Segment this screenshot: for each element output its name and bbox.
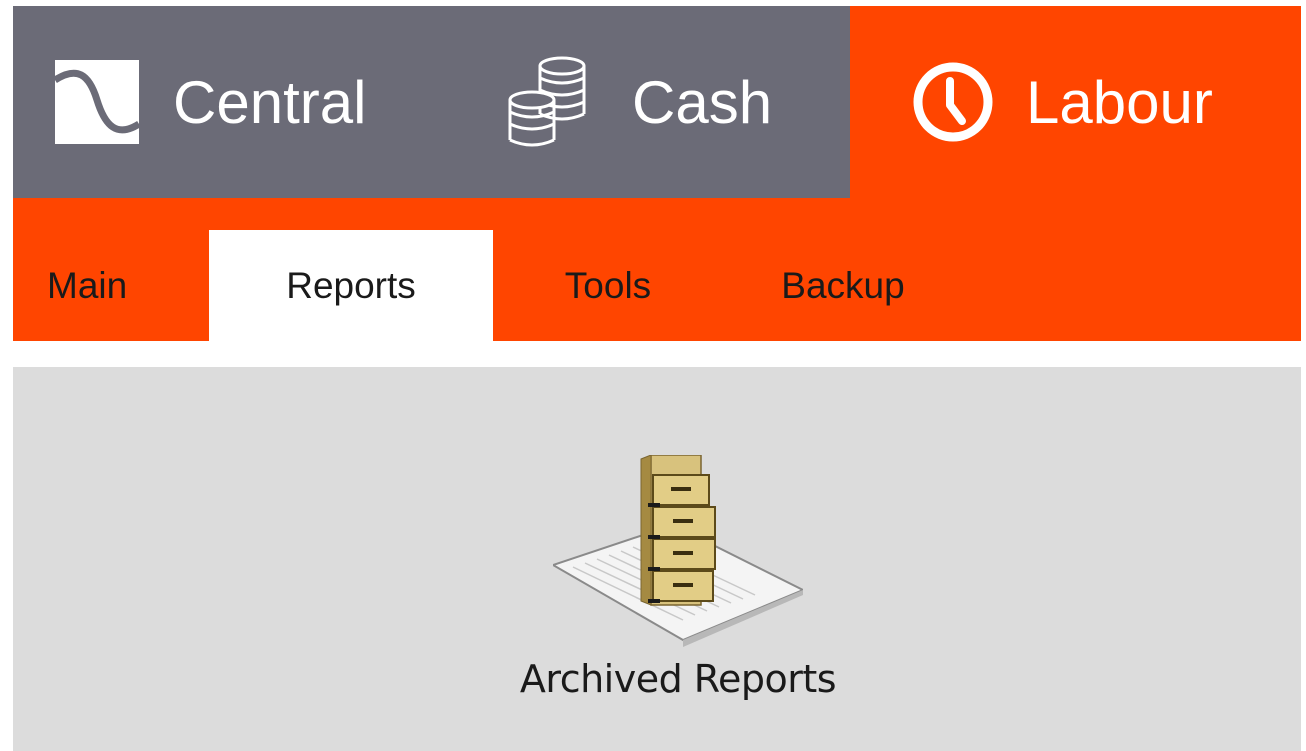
module-central-label: Central bbox=[173, 68, 367, 136]
tab-backup-label: Backup bbox=[781, 264, 905, 306]
module-labour[interactable]: Labour bbox=[850, 6, 1301, 198]
tab-reports-label: Reports bbox=[286, 264, 416, 306]
app-window: Central Cash Labour Main Reports Tools B… bbox=[0, 0, 1306, 751]
archived-reports-label: Archived Reports bbox=[519, 657, 837, 701]
tab-tools-label: Tools bbox=[564, 264, 652, 306]
module-labour-label: Labour bbox=[1026, 68, 1213, 136]
tab-tools[interactable]: Tools bbox=[493, 230, 723, 341]
tab-main[interactable]: Main bbox=[13, 230, 209, 341]
tab-bar: Main Reports Tools Backup bbox=[13, 198, 1301, 341]
tab-main-label: Main bbox=[47, 264, 128, 306]
module-bar: Central Cash Labour bbox=[13, 6, 1301, 198]
coins-icon bbox=[506, 54, 588, 150]
wave-icon bbox=[55, 60, 139, 144]
tab-backup[interactable]: Backup bbox=[723, 230, 963, 341]
module-cash[interactable]: Cash bbox=[453, 6, 850, 198]
reports-panel: Archived Reports bbox=[13, 367, 1301, 751]
archived-reports-button[interactable]: Archived Reports bbox=[493, 447, 863, 717]
tab-reports[interactable]: Reports bbox=[209, 230, 493, 341]
clock-icon bbox=[912, 61, 994, 143]
filing-cabinet-icon bbox=[550, 454, 806, 660]
module-central[interactable]: Central bbox=[13, 6, 453, 198]
module-group: Central Cash bbox=[13, 6, 850, 198]
module-cash-label: Cash bbox=[632, 68, 773, 136]
